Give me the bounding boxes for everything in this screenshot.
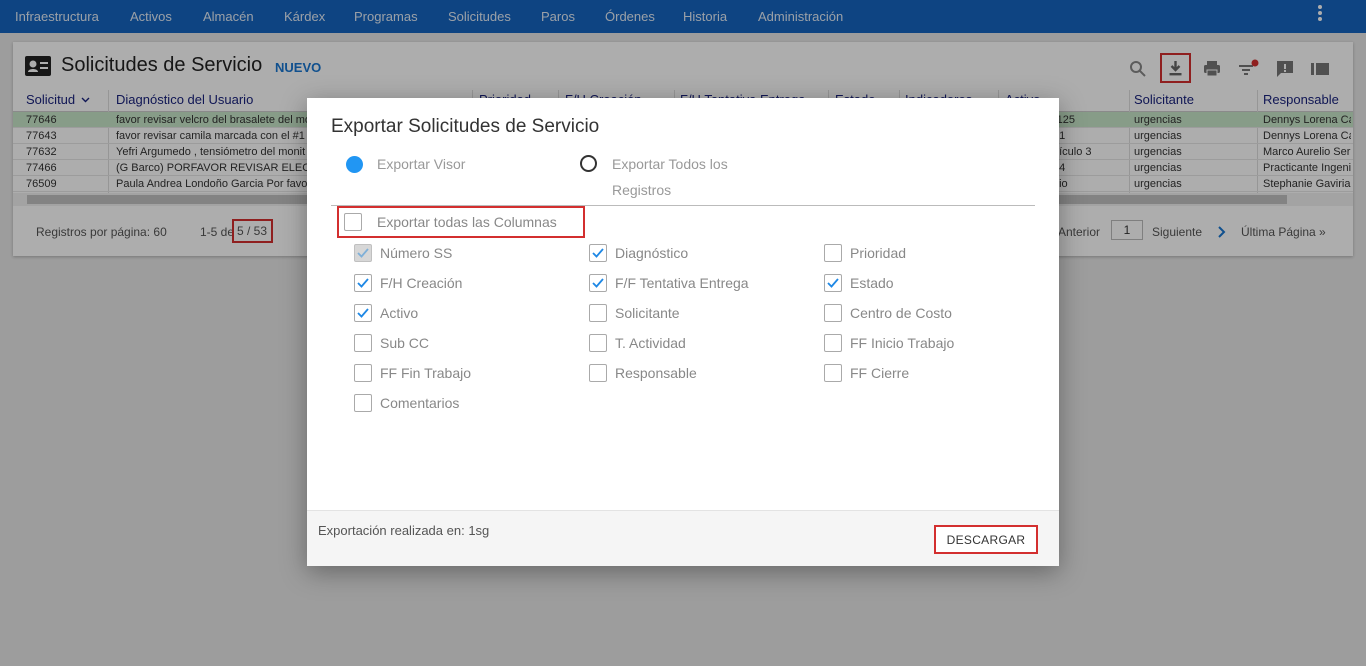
checkbox-label-prioridad[interactable]: Prioridad <box>850 245 906 261</box>
check-icon <box>357 248 369 258</box>
export-all-columns-checkbox[interactable] <box>344 213 362 231</box>
checkbox-label-diagnostico[interactable]: Diagnóstico <box>615 245 688 261</box>
export-all-columns-label[interactable]: Exportar todas las Columnas <box>377 214 557 230</box>
checkbox-responsable[interactable] <box>589 364 607 382</box>
check-icon <box>592 248 604 258</box>
checkbox-centro-de-costo[interactable] <box>824 304 842 322</box>
check-icon <box>357 278 369 288</box>
checkbox-label-responsable[interactable]: Responsable <box>615 365 697 381</box>
checkbox-label-sub-cc[interactable]: Sub CC <box>380 335 429 351</box>
checkbox-label-ff-cierre[interactable]: FF Cierre <box>850 365 909 381</box>
checkbox-label-activo[interactable]: Activo <box>380 305 418 321</box>
checkbox-prioridad[interactable] <box>824 244 842 262</box>
checkbox-label-f-h-creacion[interactable]: F/H Creación <box>380 275 462 291</box>
checkbox-label-solicitante[interactable]: Solicitante <box>615 305 680 321</box>
download-button[interactable]: DESCARGAR <box>934 525 1038 554</box>
checkbox-sub-cc[interactable] <box>354 334 372 352</box>
checkbox-label-comentarios[interactable]: Comentarios <box>380 395 459 411</box>
export-time-text: Exportación realizada en: 1sg <box>318 523 490 538</box>
checkbox-f-h-creacion[interactable] <box>354 274 372 292</box>
checkbox-label-t-actividad[interactable]: T. Actividad <box>615 335 686 351</box>
checkbox-label-numero-ss[interactable]: Número SS <box>380 245 452 261</box>
checkbox-label-f-f-tentativa-entrega[interactable]: F/F Tentativa Entrega <box>615 275 749 291</box>
checkbox-f-f-tentativa-entrega[interactable] <box>589 274 607 292</box>
radio-export-all[interactable] <box>580 155 597 172</box>
checkbox-t-actividad[interactable] <box>589 334 607 352</box>
export-all-columns-highlight[interactable]: Exportar todas las Columnas <box>337 206 585 238</box>
checkbox-label-ff-inicio-trabajo[interactable]: FF Inicio Trabajo <box>850 335 954 351</box>
checkbox-label-centro-de-costo[interactable]: Centro de Costo <box>850 305 952 321</box>
checkbox-estado[interactable] <box>824 274 842 292</box>
checkbox-ff-cierre[interactable] <box>824 364 842 382</box>
checkbox-ff-inicio-trabajo[interactable] <box>824 334 842 352</box>
checkbox-numero-ss[interactable] <box>354 244 372 262</box>
radio-export-viewer-label[interactable]: Exportar Visor <box>377 151 465 177</box>
check-icon <box>357 308 369 318</box>
checkbox-comentarios[interactable] <box>354 394 372 412</box>
export-dialog: Exportar Solicitudes de Servicio Exporta… <box>307 98 1059 566</box>
checkbox-label-estado[interactable]: Estado <box>850 275 894 291</box>
check-icon <box>592 278 604 288</box>
checkbox-activo[interactable] <box>354 304 372 322</box>
checkbox-solicitante[interactable] <box>589 304 607 322</box>
radio-export-all-label-2[interactable]: Registros <box>612 177 671 203</box>
checkbox-label-ff-fin-trabajo[interactable]: FF Fin Trabajo <box>380 365 471 381</box>
dialog-title: Exportar Solicitudes de Servicio <box>331 116 600 137</box>
dialog-footer: Exportación realizada en: 1sg DESCARGAR <box>307 510 1059 566</box>
radio-export-viewer[interactable] <box>346 156 363 173</box>
checkbox-ff-fin-trabajo[interactable] <box>354 364 372 382</box>
check-icon <box>827 278 839 288</box>
checkbox-diagnostico[interactable] <box>589 244 607 262</box>
radio-export-all-label-1[interactable]: Exportar Todos los <box>612 151 728 177</box>
